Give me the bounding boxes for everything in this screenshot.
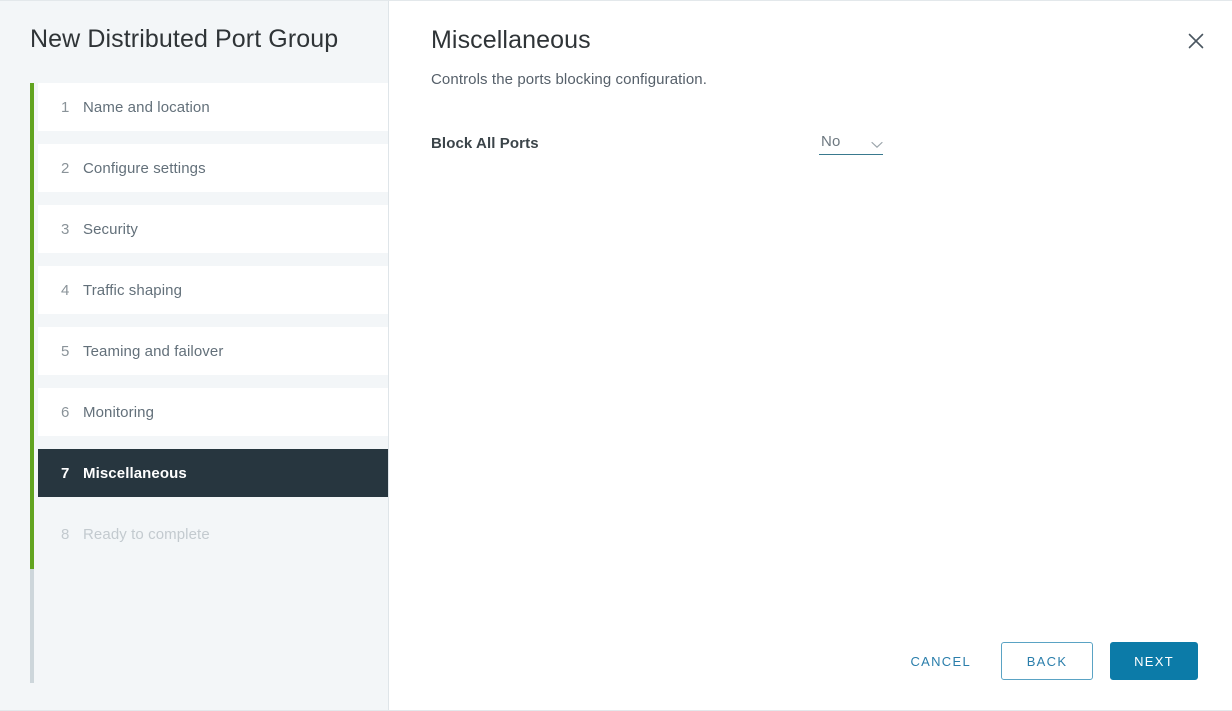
step-label: Ready to complete xyxy=(83,525,210,543)
wizard-steps-list: 1 Name and location 2 Configure settings… xyxy=(0,83,388,683)
wizard-title: New Distributed Port Group xyxy=(30,25,339,53)
wizard-main-panel: Miscellaneous Controls the ports blockin… xyxy=(389,1,1232,710)
back-button[interactable]: BACK xyxy=(1001,642,1093,680)
sidebar-step-name-and-location[interactable]: 1 Name and location xyxy=(38,83,388,131)
wizard-footer: CANCEL BACK NEXT xyxy=(892,642,1198,680)
page-title: Miscellaneous xyxy=(431,26,591,54)
block-all-ports-value: No xyxy=(821,133,841,150)
sidebar-step-security[interactable]: 3 Security xyxy=(38,205,388,253)
step-label: Traffic shaping xyxy=(83,281,183,299)
sidebar-step-traffic-shaping[interactable]: 4 Traffic shaping xyxy=(38,266,388,314)
block-all-ports-select[interactable]: No xyxy=(819,131,883,155)
step-number: 6 xyxy=(61,403,70,421)
step-number: 8 xyxy=(61,525,70,543)
miscellaneous-form: Block All Ports No xyxy=(389,90,1232,155)
step-label: Name and location xyxy=(83,98,210,116)
sidebar-step-configure-settings[interactable]: 2 Configure settings xyxy=(38,144,388,192)
step-number: 4 xyxy=(61,281,70,299)
sidebar-step-ready-to-complete: 8 Ready to complete xyxy=(38,510,388,558)
block-all-ports-row: Block All Ports No xyxy=(431,131,1190,155)
sidebar-step-miscellaneous[interactable]: 7 Miscellaneous xyxy=(38,449,388,497)
progress-rail-remaining xyxy=(30,569,34,683)
step-number: 5 xyxy=(61,342,70,360)
next-button[interactable]: NEXT xyxy=(1110,642,1198,680)
step-label: Security xyxy=(83,220,138,238)
sidebar-step-monitoring[interactable]: 6 Monitoring xyxy=(38,388,388,436)
step-label: Monitoring xyxy=(83,403,155,421)
step-label: Teaming and failover xyxy=(83,342,224,360)
main-header: Miscellaneous Controls the ports blockin… xyxy=(389,1,1232,90)
new-distributed-port-group-wizard: New Distributed Port Group 1 Name and lo… xyxy=(0,0,1232,711)
step-label: Miscellaneous xyxy=(83,464,187,482)
sidebar-step-teaming-and-failover[interactable]: 5 Teaming and failover xyxy=(38,327,388,375)
step-number: 7 xyxy=(61,464,70,482)
step-label: Configure settings xyxy=(83,159,206,177)
cancel-button[interactable]: CANCEL xyxy=(892,643,989,679)
progress-rail-completed xyxy=(30,83,34,569)
chevron-down-icon xyxy=(871,136,883,149)
wizard-sidebar: New Distributed Port Group 1 Name and lo… xyxy=(0,1,389,710)
step-number: 2 xyxy=(61,159,70,177)
step-number: 1 xyxy=(61,98,70,116)
block-all-ports-label: Block All Ports xyxy=(431,134,539,152)
step-number: 3 xyxy=(61,220,70,238)
close-icon[interactable] xyxy=(1182,27,1210,55)
page-subtitle: Controls the ports blocking configuratio… xyxy=(431,71,708,88)
